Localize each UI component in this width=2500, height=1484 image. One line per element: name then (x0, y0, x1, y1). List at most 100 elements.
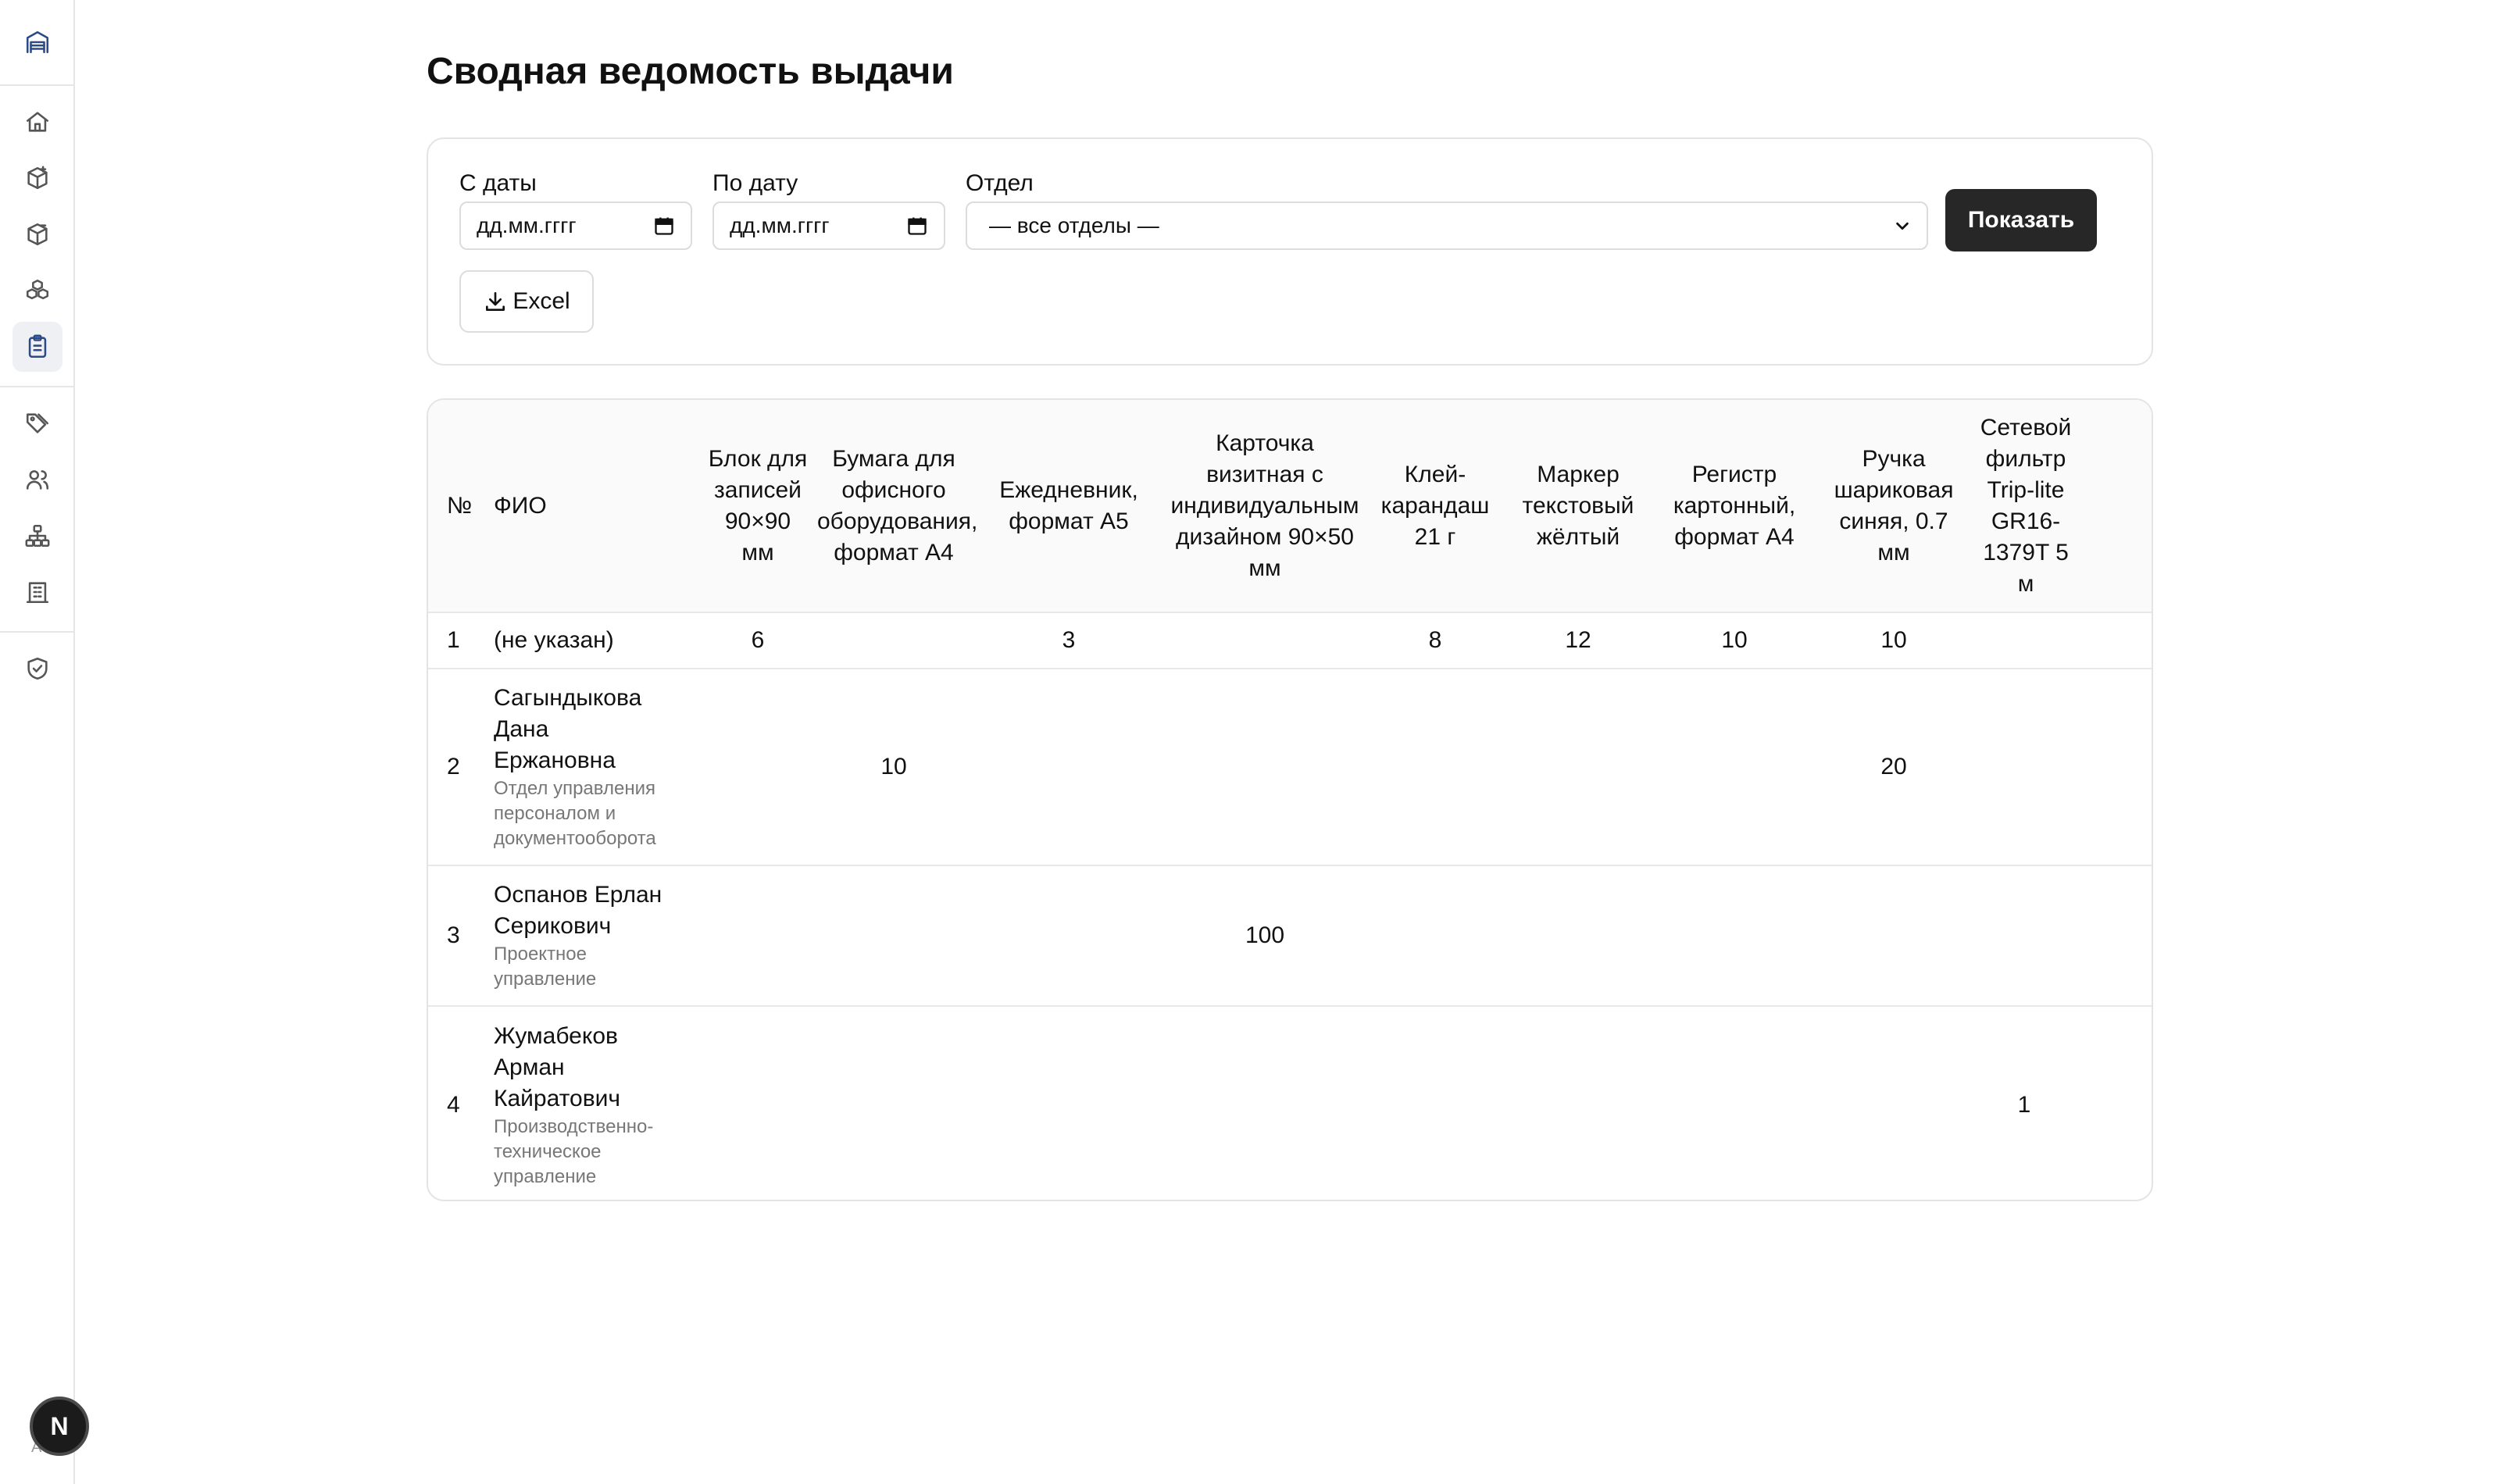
column-header-notepad-block[interactable]: Блок для записей 90×90 мм (703, 400, 812, 612)
calendar-icon[interactable] (906, 215, 928, 237)
shield-check-icon[interactable] (12, 644, 62, 694)
filter-panel: С даты дд.мм.гггг По дату дд.мм.гггг Отд… (427, 137, 2153, 366)
table-row[interactable]: 1 (не указан) 6 3 8 12 10 10 (428, 612, 2152, 669)
cell-value: 10 (880, 754, 907, 779)
column-header-number[interactable]: № (428, 400, 489, 612)
department-select-value: — все отделы — (989, 213, 1159, 237)
cell-value (1653, 865, 1816, 1006)
tags-icon[interactable] (12, 398, 62, 448)
cell-value (1653, 669, 1816, 865)
employee-department: Производственно-техническое управление (494, 1115, 654, 1187)
building-icon[interactable] (12, 567, 62, 617)
column-header-office-paper[interactable]: Бумага для офисного оборудования, формат… (812, 400, 977, 612)
cell-value (975, 1006, 1162, 1200)
column-header-ballpoint-pen[interactable]: Ручка шариковая синяя, 0.7 мм (1816, 400, 1972, 612)
summary-table-card: № ФИО Блок для записей 90×90 мм Бумага д… (427, 398, 2153, 1201)
cell-value-text: 1 (2017, 1091, 2031, 1118)
cell-value (975, 669, 1162, 865)
box-plus-icon[interactable] (12, 153, 62, 203)
avatar[interactable]: N (30, 1397, 89, 1456)
to-date-value: дд.мм.гггг (730, 213, 830, 237)
sidebar-divider (0, 631, 75, 633)
from-date-value: дд.мм.гггг (477, 213, 577, 237)
box-minus-icon[interactable] (12, 209, 62, 259)
show-button[interactable]: Показать (1945, 189, 2097, 251)
cell-value (1162, 612, 1367, 669)
cell-value (1503, 865, 1653, 1006)
employee-department: Отдел управления персоналом и документоо… (494, 778, 656, 849)
warehouse-icon[interactable] (12, 17, 62, 67)
cell-value (1503, 1006, 1653, 1200)
cell-value (975, 865, 1162, 1006)
cell-value (1162, 669, 1367, 865)
cell-value: 3 (1062, 627, 1076, 653)
users-icon[interactable] (12, 455, 62, 505)
row-fio: Жумабеков Арман Кайратович Производствен… (489, 1006, 703, 1200)
cell-value (812, 1006, 975, 1200)
sidebar-divider (0, 386, 75, 387)
department-select[interactable]: — все отделы — (966, 202, 1928, 250)
cell-value (1653, 1006, 1816, 1200)
row-fio: Сагындыкова Дана Ержановна Отдел управле… (489, 669, 703, 865)
cell-value (1816, 1006, 1972, 1200)
cell-value (1367, 669, 1503, 865)
table-row[interactable]: 2 Сагындыкова Дана Ержановна Отдел управ… (428, 669, 2152, 865)
table-row[interactable]: 3 Оспанов Ерлан Серикович Проектное упра… (428, 865, 2152, 1006)
cell-value (703, 1006, 812, 1200)
row-number: 2 (447, 754, 460, 779)
row-number: 3 (447, 922, 460, 948)
column-header-planner[interactable]: Ежедневник, формат А5 (975, 400, 1162, 612)
column-header-fio[interactable]: ФИО (489, 400, 703, 612)
cell-value: 10 (1880, 627, 1907, 653)
cell-value: 8 (1428, 627, 1442, 653)
sidebar: А (0, 0, 75, 1484)
department-label: Отдел (966, 170, 1034, 196)
column-header-glue-stick[interactable]: Клей-карандаш 21 г (1367, 400, 1503, 612)
boxes-icon[interactable] (12, 266, 62, 316)
page-title: Сводная ведомость выдачи (427, 51, 954, 92)
excel-button-label: Excel (512, 288, 570, 314)
to-date-input[interactable]: дд.мм.гггг (712, 202, 945, 250)
clipboard-list-icon[interactable] (12, 322, 62, 372)
cell-value (1367, 1006, 1503, 1200)
sidebar-divider (0, 84, 75, 86)
from-date-input[interactable]: дд.мм.гггг (459, 202, 692, 250)
employee-name: Сагындыкова Дана Ержановна (494, 685, 642, 773)
cell-value (1816, 865, 1972, 1006)
column-header-highlighter[interactable]: Маркер текстовый жёлтый (1503, 400, 1653, 612)
org-chart-icon[interactable] (12, 511, 62, 561)
table-header-row: № ФИО Блок для записей 90×90 мм Бумага д… (428, 400, 2152, 612)
cell-value (1162, 1006, 1367, 1200)
download-icon (486, 292, 505, 311)
column-header-binder[interactable]: Регистр картонный, формат А4 (1653, 400, 1816, 612)
employee-name: Оспанов Ерлан Серикович (494, 882, 662, 939)
row-number: 4 (447, 1091, 460, 1118)
row-number: 1 (447, 627, 460, 653)
cell-value: 100 (1245, 922, 1285, 948)
cell-value: 1 (1972, 1006, 2152, 1200)
summary-table: № ФИО Блок для записей 90×90 мм Бумага д… (428, 400, 2152, 1200)
chevron-down-icon (1896, 222, 1909, 230)
cell-value (703, 865, 812, 1006)
column-header-surge-protector[interactable]: Сетевой фильтр Trip-lite GR16-1379T 5 м (1972, 400, 2152, 612)
cell-value: 12 (1565, 627, 1591, 653)
cell-value: 6 (751, 627, 765, 653)
column-header-business-card[interactable]: Карточка визитная с индивидуальным дизай… (1162, 400, 1367, 612)
cell-value: 20 (1880, 754, 1907, 779)
cell-value (812, 612, 975, 669)
excel-export-button[interactable]: Excel (459, 270, 594, 333)
to-date-label: По дату (712, 170, 798, 196)
cell-value (1503, 669, 1653, 865)
from-date-label: С даты (459, 170, 537, 196)
cell-value: 10 (1721, 627, 1748, 653)
cell-value (1367, 865, 1503, 1006)
table-row[interactable]: 4 Жумабеков Арман Кайратович Производств… (428, 1006, 2152, 1200)
row-fio: Оспанов Ерлан Серикович Проектное управл… (489, 865, 703, 1006)
surge-protector-header-text: Сетевой фильтр Trip-lite GR16-1379T 5 м (1980, 414, 2072, 597)
employee-department: Проектное управление (494, 944, 597, 990)
cell-value (1972, 865, 2152, 1006)
calendar-icon[interactable] (653, 215, 675, 237)
home-icon[interactable] (12, 97, 62, 147)
employee-name: Жумабеков Арман Кайратович (494, 1022, 621, 1111)
cell-value (1972, 612, 2152, 669)
